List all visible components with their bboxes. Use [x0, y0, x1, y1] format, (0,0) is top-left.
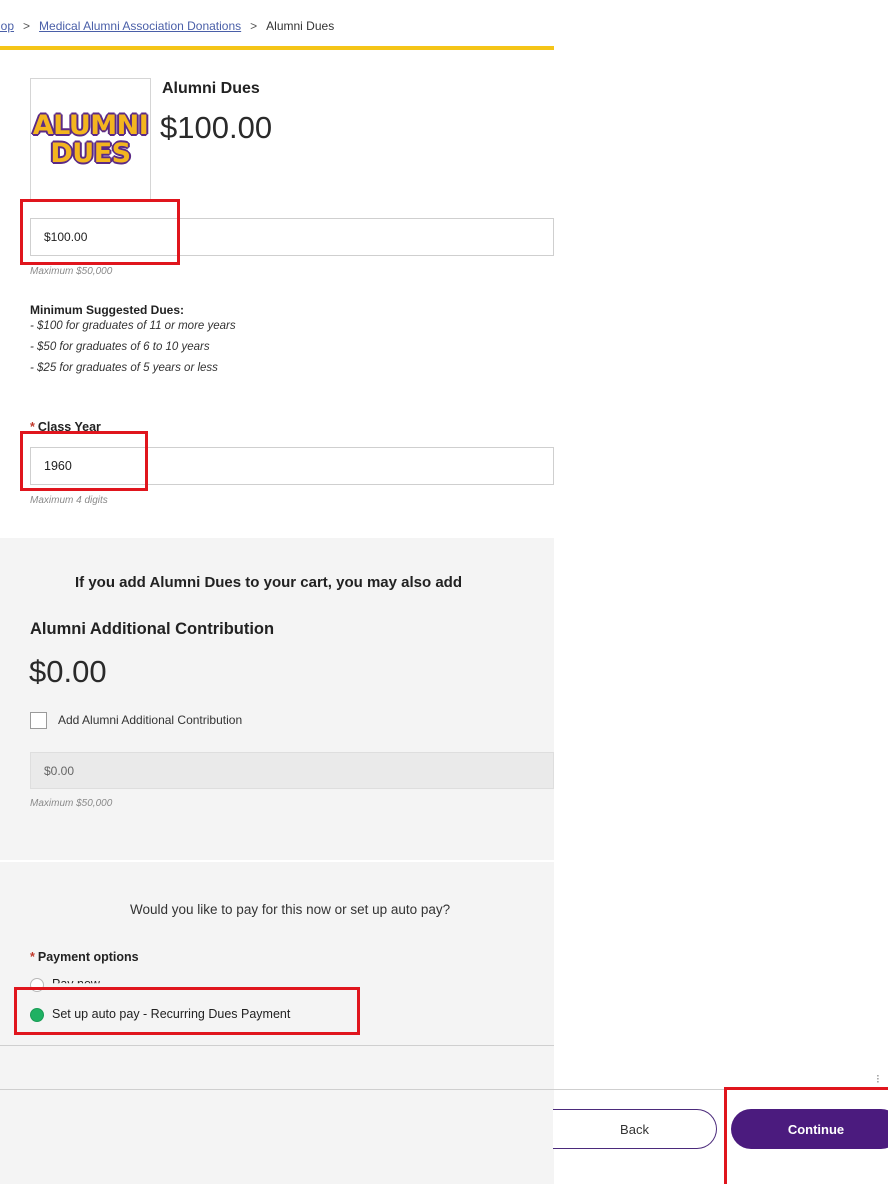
- addon-checkbox[interactable]: [30, 712, 47, 729]
- breadcrumb-separator: >: [23, 19, 31, 33]
- accent-bar: [0, 46, 554, 50]
- product-price: $100.00: [160, 110, 273, 145]
- amount-hint: Maximum $50,000: [30, 266, 113, 277]
- product-title: Alumni Dues: [162, 80, 260, 97]
- required-mark: *: [30, 950, 35, 964]
- suggested-dues-line: - $25 for graduates of 5 years or less: [30, 362, 218, 374]
- addon-hint: Maximum $50,000: [30, 798, 113, 809]
- class-year-label: * Class Year: [30, 420, 101, 434]
- class-year-hint: Maximum 4 digits: [30, 495, 108, 506]
- suggested-dues-line: - $100 for graduates of 11 or more years: [30, 320, 236, 332]
- continue-button[interactable]: Continue: [731, 1109, 888, 1149]
- required-mark: *: [30, 420, 35, 434]
- scroll-indicator-icon: ⁝: [876, 1072, 880, 1086]
- breadcrumb-shop-link[interactable]: Shop: [0, 19, 14, 33]
- radio-auto-pay-label[interactable]: Set up auto pay - Recurring Dues Payment: [52, 1007, 290, 1021]
- class-year-input[interactable]: 1960: [30, 447, 554, 485]
- class-year-label-text: Class Year: [37, 420, 101, 434]
- addon-price: $0.00: [29, 654, 107, 689]
- breadcrumb-separator: >: [250, 19, 258, 33]
- breadcrumb: Shop > Medical Alumni Association Donati…: [0, 14, 334, 38]
- suggested-dues-line: - $50 for graduates of 6 to 10 years: [30, 341, 210, 353]
- back-button[interactable]: Back: [553, 1109, 717, 1149]
- payment-options-label-text: Payment options: [37, 950, 139, 964]
- addon-title: Alumni Additional Contribution: [30, 620, 275, 638]
- radio-auto-pay[interactable]: [30, 1008, 44, 1022]
- addon-amount-input[interactable]: $0.00: [30, 752, 554, 789]
- suggested-dues-title: Minimum Suggested Dues:: [30, 303, 185, 317]
- radio-pay-now[interactable]: [30, 978, 44, 992]
- payment-options-label: * Payment options: [30, 950, 139, 964]
- breadcrumb-category-link[interactable]: Medical Alumni Association Donations: [39, 19, 241, 33]
- addon-heading: If you add Alumni Dues to your cart, you…: [75, 574, 463, 591]
- product-logo-line-2: DUES: [50, 138, 131, 169]
- section-divider: [0, 1045, 554, 1046]
- amount-input[interactable]: $100.00: [30, 218, 554, 256]
- product-image: ALUMNI DUES: [30, 78, 151, 202]
- footer-divider: [0, 1089, 888, 1090]
- product-logo-line-1: ALUMNI: [32, 109, 149, 141]
- breadcrumb-current: Alumni Dues: [266, 19, 335, 33]
- payment-question: Would you like to pay for this now or se…: [130, 902, 451, 917]
- addon-checkbox-label[interactable]: Add Alumni Additional Contribution: [58, 713, 242, 727]
